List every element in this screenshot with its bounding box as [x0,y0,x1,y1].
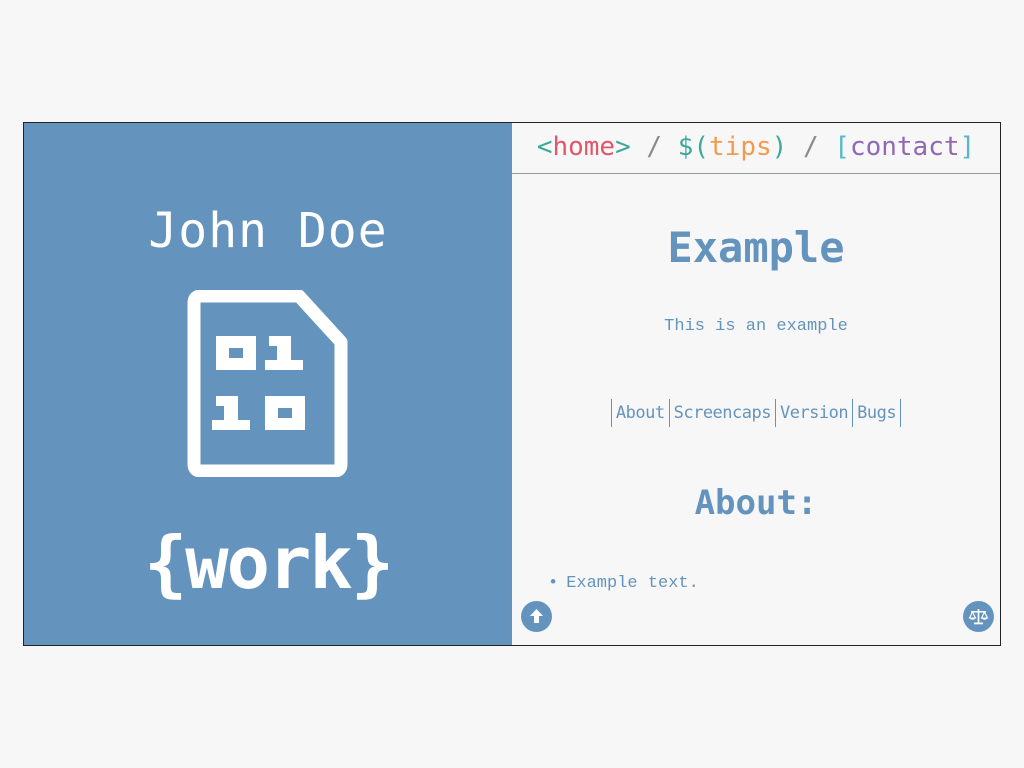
page-title: Example [667,223,845,272]
nav-tips-link[interactable]: $(tips) [678,132,788,162]
nav-home-close: > [615,132,631,162]
nav-tips-label: tips [709,132,772,162]
content-panel: <home> / $(tips) / [contact] Example Thi… [512,123,1000,645]
nav-contact-open: [ [834,132,850,162]
nav-contact-close: ] [959,132,976,162]
nav-tips-open: $( [677,132,710,162]
page-frame: John Doe {work} <home> / $(tips) / [cont… [23,122,1001,646]
link-screencaps[interactable]: Screencaps [674,403,772,423]
nav-separator: / [630,132,678,162]
sidebar-panel: John Doe {work} [24,123,512,645]
nav-home-open: < [536,132,553,162]
list-item: Example text. [548,574,699,593]
nav-home-link[interactable]: <home> [537,132,631,162]
nav-home-label: home [552,132,616,162]
top-nav: <home> / $(tips) / [contact] [512,123,1000,174]
page-subtitle: This is an example [664,317,848,336]
section-links: About Screencaps Version Bugs [512,399,1000,427]
about-heading: About: [694,483,818,523]
link-divider [900,399,902,427]
link-version[interactable]: Version [780,403,849,423]
arrow-up-icon [530,609,543,623]
nav-tips-close: ) [771,132,788,162]
license-button[interactable] [963,601,994,632]
nav-contact-link[interactable]: [contact] [834,132,975,162]
link-bugs[interactable]: Bugs [857,403,896,423]
scroll-top-button[interactable] [521,601,552,632]
nav-contact-label: contact [849,132,960,162]
about-list: Example text. [548,574,699,593]
link-divider [852,399,854,427]
work-label: {work} [143,521,394,605]
author-name: John Doe [148,203,388,259]
binary-file-icon [187,290,348,477]
link-about[interactable]: About [616,403,665,423]
balance-scale-icon [968,609,989,625]
link-divider [610,399,612,427]
link-divider [774,399,776,427]
link-divider [668,399,670,427]
nav-separator: / [787,132,835,162]
